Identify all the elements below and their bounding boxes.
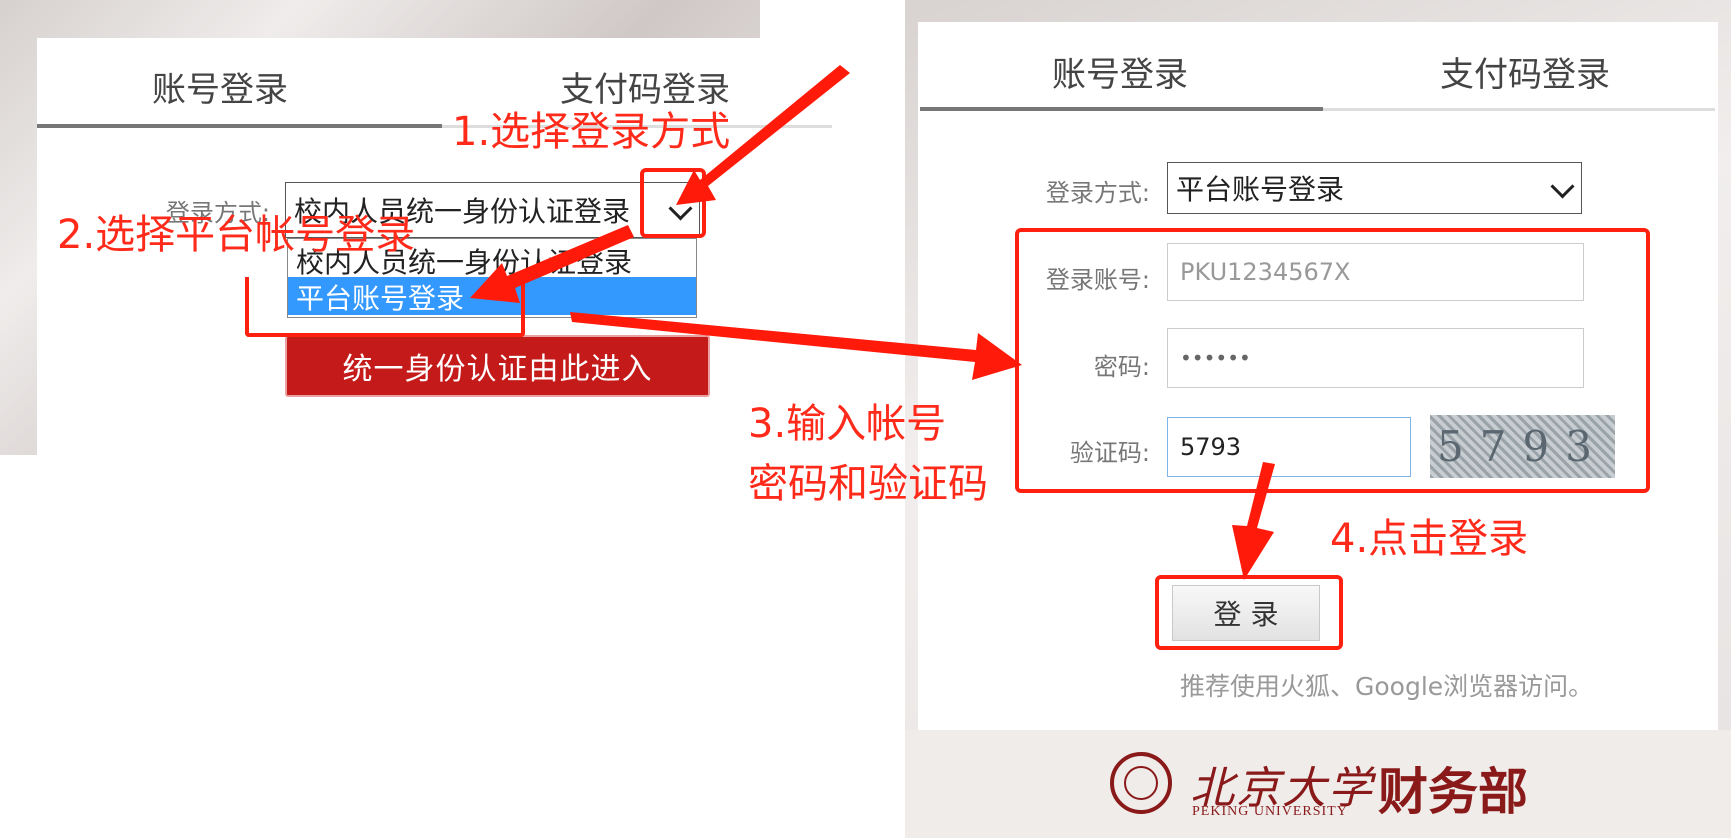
- arrow-step-3: [570, 312, 1022, 380]
- annotation-arrows: [470, 65, 1275, 580]
- arrow-step-2: [470, 225, 634, 303]
- arrow-step-1: [676, 65, 850, 205]
- arrow-step-4: [1232, 462, 1275, 580]
